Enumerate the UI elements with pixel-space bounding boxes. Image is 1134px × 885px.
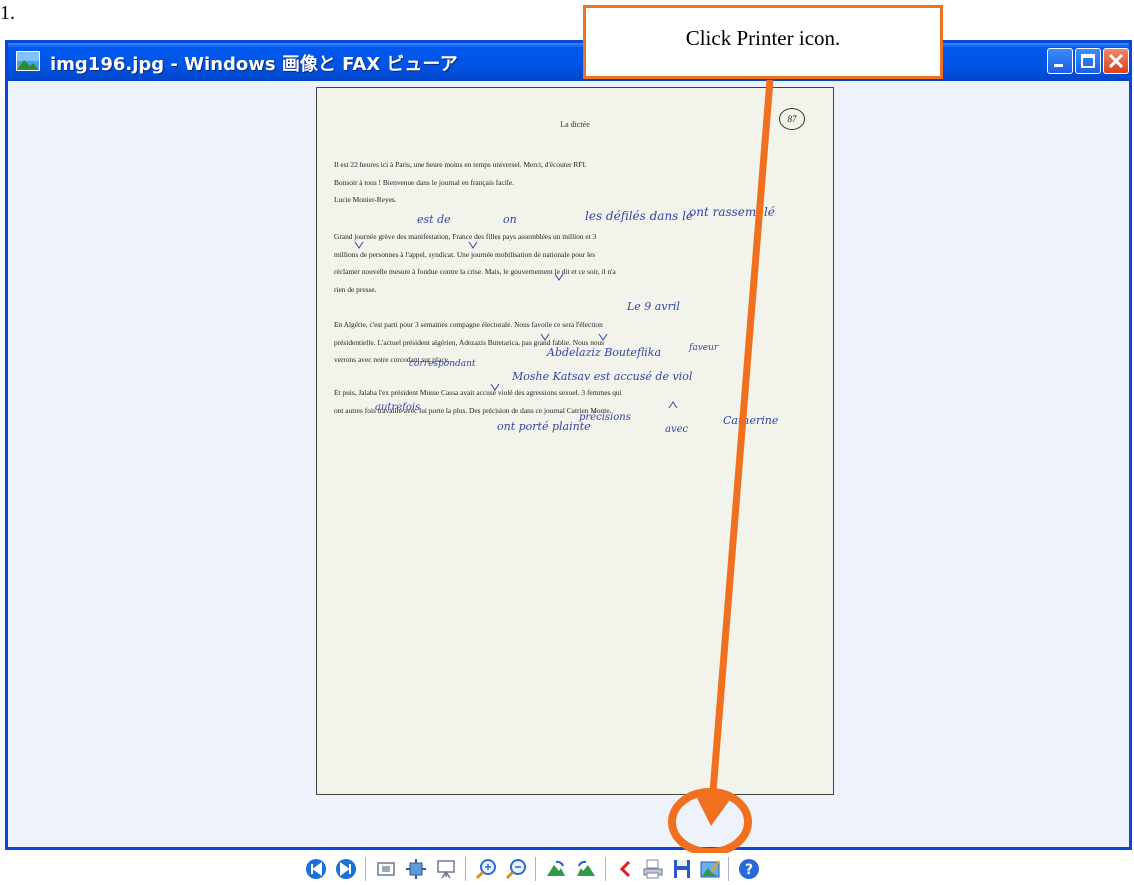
- annotation: autrefois: [375, 402, 420, 413]
- minimize-button[interactable]: [1047, 48, 1073, 74]
- image-viewer-area: La dictée 87 Il est 22 heures ici à Pari…: [8, 81, 1129, 881]
- delete-icon[interactable]: [614, 857, 638, 881]
- previous-image-icon[interactable]: [304, 857, 328, 881]
- zoom-out-icon[interactable]: [504, 857, 528, 881]
- annotation: les défilés dans le: [585, 209, 693, 223]
- next-image-icon[interactable]: [334, 857, 358, 881]
- close-button[interactable]: [1103, 48, 1129, 74]
- annotation: ont porté plainte: [497, 420, 591, 433]
- close-icon: [1108, 53, 1124, 69]
- slideshow-icon[interactable]: [434, 857, 458, 881]
- help-icon[interactable]: ?: [737, 857, 761, 881]
- annotation: correspondant: [409, 359, 476, 369]
- annotation: ont rassemblé: [689, 205, 775, 219]
- step-number: 1.: [0, 2, 15, 24]
- annotation: Moshe Katsav est accusé de viol: [511, 370, 693, 383]
- maximize-icon: [1081, 54, 1095, 68]
- annotation: faveur: [688, 343, 719, 353]
- annotation: est de: [417, 213, 451, 226]
- rotate-clockwise-icon[interactable]: [544, 857, 568, 881]
- window-title: img196.jpg - Windows 画像と FAX ビューア: [50, 54, 458, 75]
- annotation: Catherine: [723, 414, 779, 427]
- viewer-toolbar: ?: [8, 851, 1129, 885]
- handwritten-annotations: est de on les défilés dans le ont rassem…: [354, 205, 779, 435]
- toolbar-separator: [535, 857, 536, 881]
- maximize-button[interactable]: [1075, 48, 1101, 74]
- best-fit-icon[interactable]: [374, 857, 398, 881]
- instruction-callout: Click Printer icon.: [583, 5, 943, 79]
- annotation: précisions: [579, 412, 631, 423]
- picture-icon: [16, 51, 40, 71]
- toolbar-separator: [465, 857, 466, 881]
- toolbar-separator: [728, 857, 729, 881]
- print-icon[interactable]: [641, 857, 665, 881]
- annotation: avec: [665, 424, 689, 435]
- title-bar[interactable]: img196.jpg - Windows 画像と FAX ビューア: [8, 43, 1129, 81]
- image-viewer-window: img196.jpg - Windows 画像と FAX ビューア La dic…: [5, 40, 1132, 881]
- toolbar-separator: [605, 857, 606, 881]
- annotation: on: [503, 213, 517, 226]
- zoom-in-icon[interactable]: [474, 857, 498, 881]
- actual-size-icon[interactable]: [404, 857, 428, 881]
- scanned-dictation-page: La dictée 87 Il est 22 heures ici à Pari…: [316, 87, 834, 795]
- annotation: Le 9 avril: [626, 300, 680, 313]
- open-editor-icon[interactable]: [698, 857, 722, 881]
- rotate-counterclockwise-icon[interactable]: [574, 857, 598, 881]
- toolbar-separator: [365, 857, 366, 881]
- annotation: Abdelaziz Bouteflika: [546, 346, 661, 359]
- svg-text:?: ?: [745, 862, 753, 878]
- save-icon[interactable]: [670, 857, 694, 881]
- minimize-icon: [1054, 64, 1063, 67]
